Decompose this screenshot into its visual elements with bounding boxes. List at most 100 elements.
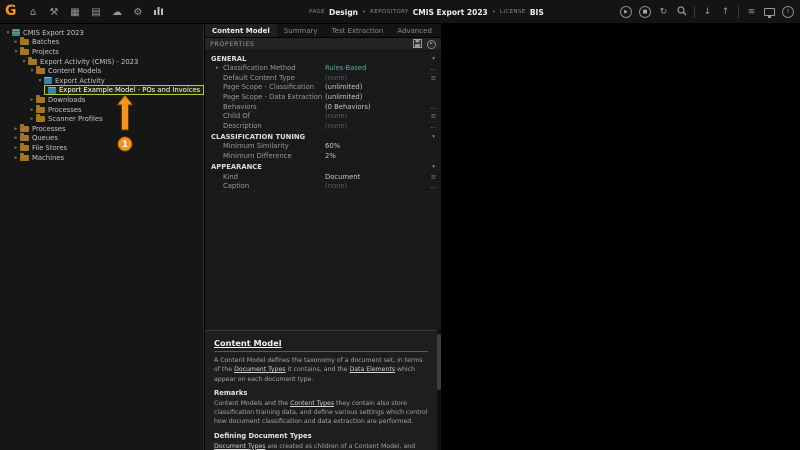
property-row-classification-method[interactable]: ▸ Classification Method Rules-Based … <box>205 64 441 74</box>
property-value[interactable]: 60% <box>325 142 426 150</box>
tab-content-model[interactable]: Content Model <box>205 24 277 37</box>
expander-icon[interactable]: ▸ <box>28 107 36 113</box>
tree-item-batches[interactable]: ▸ Batches <box>0 38 203 48</box>
selected-node-box[interactable]: Export Example Model - POs and Invoices <box>44 85 204 95</box>
ellipsis-button[interactable]: … <box>426 103 441 111</box>
property-row-behaviors[interactable]: Behaviors (0 Behaviors) … <box>205 102 441 112</box>
expander-icon[interactable]: ▸ <box>12 145 20 151</box>
expander-icon[interactable]: ▾ <box>36 78 44 84</box>
tree-item-downloads[interactable]: ▸ Downloads <box>0 95 203 105</box>
property-label: Page Scope - Classification <box>223 83 325 91</box>
property-row-kind[interactable]: Kind Document ≡ <box>205 172 441 182</box>
tab-test-extraction[interactable]: Test Extraction <box>325 24 391 37</box>
content-types-link[interactable]: Content Types <box>290 400 334 407</box>
menu-button[interactable]: ≡ <box>426 112 441 120</box>
expander-icon[interactable]: ▸ <box>28 97 36 103</box>
help-icon[interactable]: ? <box>782 6 794 18</box>
stats-icon[interactable] <box>153 6 165 18</box>
tree-item-file-stores[interactable]: ▸ File Stores <box>0 143 203 153</box>
batches-icon[interactable]: ▦ <box>69 7 81 18</box>
chevron-down-icon[interactable]: ▾ <box>432 56 435 62</box>
property-value[interactable]: (unlimited) <box>325 83 426 91</box>
document-types-link[interactable]: Document Types <box>214 443 265 450</box>
tree-item-export-activity[interactable]: ▾ Export Activity <box>0 76 203 86</box>
property-row-default-content-type[interactable]: Default Content Type (none) ≡ <box>205 74 441 84</box>
document-types-link[interactable]: Document Types <box>234 366 285 373</box>
expander-icon[interactable]: ▾ <box>4 30 12 36</box>
expander-icon[interactable]: ▸ <box>12 126 20 132</box>
expander-icon[interactable]: ▸ <box>12 135 20 141</box>
property-row-child-of[interactable]: Child Of (none) ≡ <box>205 112 441 122</box>
properties-header: PROPERTIES ✕ <box>205 38 441 51</box>
cloud-icon[interactable]: ☁ <box>111 7 123 18</box>
ellipsis-button[interactable]: … <box>426 182 441 190</box>
tree-item-projects[interactable]: ▾ Projects <box>0 47 203 57</box>
tree-item-scanner-profiles[interactable]: ▸ Scanner Profiles <box>0 114 203 124</box>
property-value[interactable]: 2% <box>325 152 426 160</box>
gear-icon[interactable]: ⚙ <box>132 7 144 18</box>
property-value[interactable]: Rules-Based <box>325 64 426 72</box>
section-header-general[interactable]: GENERAL ▾ <box>205 53 441 64</box>
property-value[interactable]: (none) <box>325 112 426 120</box>
property-row-description[interactable]: Description (none) … <box>205 122 441 132</box>
tree-item-label: Processes <box>32 125 66 133</box>
save-icon[interactable] <box>413 39 422 50</box>
property-value[interactable]: (none) <box>325 74 426 82</box>
play-icon[interactable]: ▶ <box>620 6 632 18</box>
tree-item-selected[interactable]: Export Example Model - POs and Invoices <box>0 86 203 96</box>
property-value[interactable]: (0 Behaviors) <box>325 103 426 111</box>
tree-item-label: Queues <box>32 134 58 142</box>
storage-icon[interactable]: ▤ <box>90 7 102 18</box>
docs-scrollbar-thumb[interactable] <box>437 334 441 390</box>
home-icon[interactable]: ⌂ <box>27 7 39 18</box>
ellipsis-button[interactable]: … <box>426 122 441 130</box>
upload-icon[interactable]: ↑ <box>720 7 731 17</box>
property-row-page-scope-classification[interactable]: Page Scope - Classification (unlimited) <box>205 83 441 93</box>
tab-summary[interactable]: Summary <box>277 24 325 37</box>
tree-item-processes[interactable]: ▸ Processes <box>0 124 203 134</box>
expander-icon[interactable]: ▸ <box>12 155 20 161</box>
tree-item-machines[interactable]: ▸ Machines <box>0 153 203 163</box>
folder-icon <box>20 39 29 45</box>
property-value[interactable]: Document <box>325 173 426 181</box>
display-icon[interactable] <box>764 8 775 16</box>
property-row-page-scope-data-extraction[interactable]: Page Scope - Data Extraction (unlimited) <box>205 93 441 103</box>
breadcrumb: PAGE Design • REPOSITORY CMIS Export 202… <box>309 0 544 24</box>
tree-item-processes-project[interactable]: ▸ Processes <box>0 105 203 115</box>
ellipsis-button[interactable]: … <box>426 64 441 72</box>
layers-icon[interactable]: ≡ <box>746 7 757 17</box>
chevron-down-icon[interactable]: ▾ <box>432 164 435 170</box>
expander-icon[interactable]: ▾ <box>12 49 20 55</box>
remarks-heading: Remarks <box>214 389 428 397</box>
section-title: GENERAL <box>211 55 246 63</box>
tab-advanced[interactable]: Advanced <box>390 24 439 37</box>
download-icon[interactable]: ↓ <box>702 7 713 17</box>
data-elements-link[interactable]: Data Elements <box>349 366 395 373</box>
expander-icon[interactable]: ▾ <box>20 59 28 65</box>
menu-button[interactable]: ≡ <box>426 173 441 181</box>
property-row-minimum-difference[interactable]: Minimum Difference 2% <box>205 152 441 162</box>
tools-icon[interactable]: ⚒ <box>48 7 60 18</box>
property-row-minimum-similarity[interactable]: Minimum Similarity 60% <box>205 142 441 152</box>
chevron-down-icon[interactable]: ▾ <box>432 134 435 140</box>
section-header-classification-tuning[interactable]: CLASSIFICATION TUNING ▾ <box>205 131 441 142</box>
section-header-appearance[interactable]: APPEARANCE ▾ <box>205 161 441 172</box>
docs-scrollbar[interactable] <box>437 330 441 450</box>
refresh-icon[interactable]: ↻ <box>658 7 669 17</box>
cancel-icon[interactable]: ✕ <box>427 40 436 49</box>
expander-icon[interactable]: ▾ <box>28 68 36 74</box>
stop-icon[interactable]: ■ <box>639 6 651 18</box>
expander-icon[interactable]: ▸ <box>28 116 36 122</box>
property-row-caption[interactable]: Caption (none) … <box>205 182 441 192</box>
property-value[interactable]: (none) <box>325 182 426 190</box>
property-value[interactable]: (unlimited) <box>325 93 426 101</box>
tree-item-queues[interactable]: ▸ Queues <box>0 134 203 144</box>
menu-button[interactable]: ≡ <box>426 74 441 82</box>
expander-icon[interactable]: ▸ <box>12 39 20 45</box>
tree-item-content-models[interactable]: ▾ Content Models <box>0 66 203 76</box>
expander-icon[interactable]: ▸ <box>216 65 223 71</box>
tree-item-root[interactable]: ▾ CMIS Export 2023 <box>0 28 203 38</box>
property-value[interactable]: (none) <box>325 122 426 130</box>
search-icon[interactable] <box>676 6 687 19</box>
tree-item-project[interactable]: ▾ Export Activity (CMIS) - 2023 <box>0 57 203 67</box>
